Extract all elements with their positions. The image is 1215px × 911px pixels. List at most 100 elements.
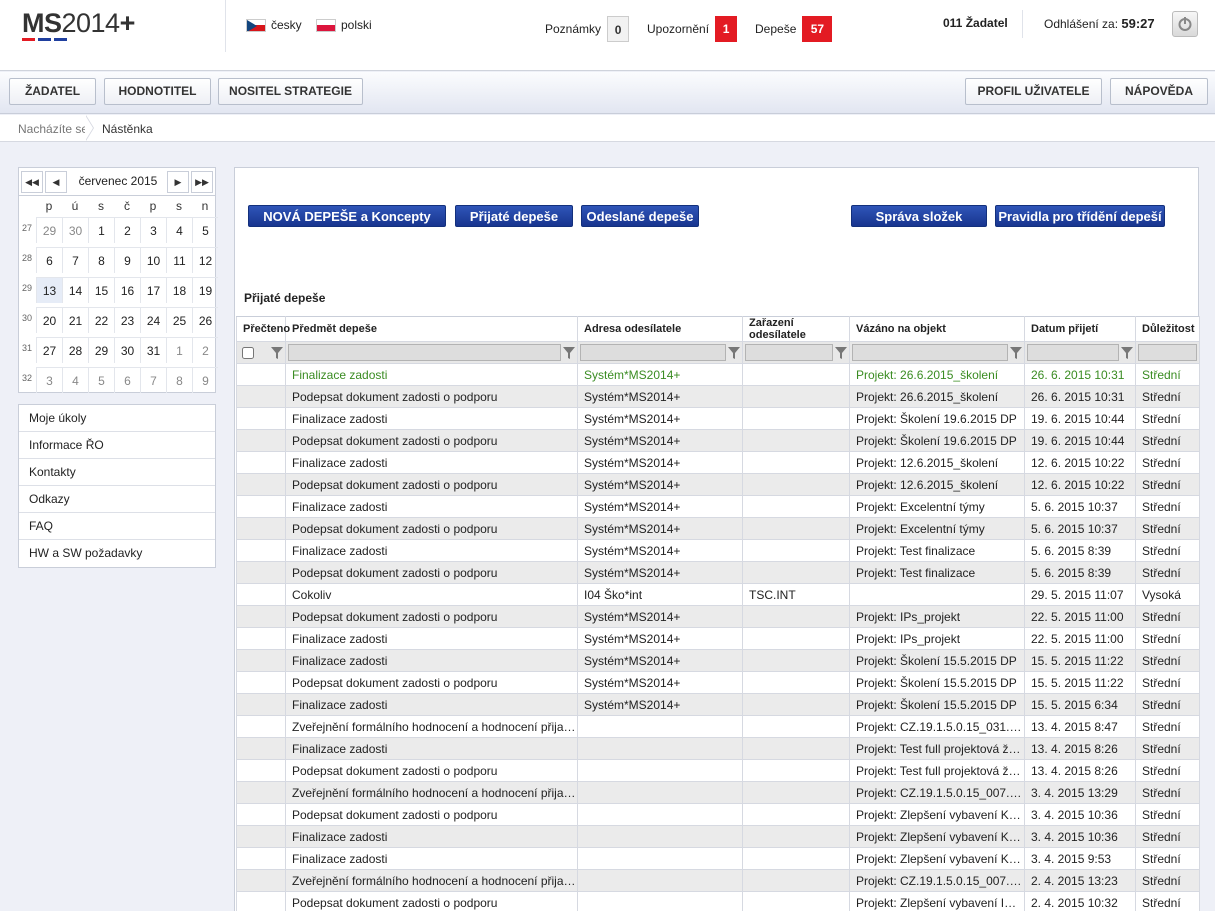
- calendar-day[interactable]: 2: [192, 337, 218, 363]
- table-row[interactable]: Podepsat dokument zadosti o podporu Systé…: [236, 517, 1200, 540]
- sent-dispatches-button[interactable]: Odeslané depeše: [581, 205, 699, 227]
- table-row[interactable]: Podepsat dokument zadosti o podporu Systé…: [236, 671, 1200, 694]
- nav-napoveda-button[interactable]: NÁPOVĚDA: [1110, 78, 1208, 105]
- power-icon[interactable]: [1172, 11, 1198, 37]
- filter-object-input[interactable]: [852, 344, 1008, 361]
- calendar-day[interactable]: 15: [88, 277, 114, 303]
- side-menu-item-faq[interactable]: FAQ: [19, 513, 215, 540]
- table-row[interactable]: Finalizace zadosti Projekt: Test full pro…: [236, 737, 1200, 760]
- calendar-day[interactable]: 21: [62, 307, 88, 333]
- received-dispatches-button[interactable]: Přijaté depeše: [455, 205, 573, 227]
- filter-icon[interactable]: [563, 346, 575, 360]
- calendar-day[interactable]: 6: [36, 247, 62, 273]
- select-all-checkbox[interactable]: [242, 346, 254, 359]
- calendar-day[interactable]: 7: [140, 367, 166, 393]
- breadcrumb-current[interactable]: Nástěnka: [102, 122, 153, 136]
- table-row[interactable]: Podepsat dokument zadosti o podporu Systé…: [236, 561, 1200, 584]
- calendar-day[interactable]: 31: [140, 337, 166, 363]
- table-row[interactable]: Cokoliv I04 Ško*int TSC.INT 29. 5. 2015 11:…: [236, 583, 1200, 606]
- side-menu-item-informace-ro[interactable]: Informace ŘO: [19, 432, 215, 459]
- calendar-day[interactable]: 8: [88, 247, 114, 273]
- filter-icon[interactable]: [1010, 346, 1022, 360]
- filter-sender-input[interactable]: [580, 344, 726, 361]
- table-row[interactable]: Finalizace zadosti Systém*MS2014+ Projekt:…: [236, 693, 1200, 716]
- filter-sender-class-input[interactable]: [745, 344, 833, 361]
- col-header-date[interactable]: Datum přijetí: [1024, 316, 1136, 342]
- calendar-day[interactable]: 8: [166, 367, 192, 393]
- col-header-read[interactable]: Přečteno: [236, 316, 290, 342]
- next-month-icon[interactable]: ▶: [167, 171, 189, 193]
- table-row[interactable]: Podepsat dokument zadosti o podporu Proje…: [236, 803, 1200, 826]
- col-header-sender[interactable]: Adresa odesílatele: [577, 316, 743, 342]
- calendar-day[interactable]: 19: [192, 277, 218, 303]
- calendar-day[interactable]: 5: [192, 217, 218, 243]
- table-row[interactable]: Finalizace zadosti Projekt: Zlepšení vyba…: [236, 825, 1200, 848]
- calendar-day[interactable]: 30: [62, 217, 88, 243]
- lang-polish[interactable]: polski: [316, 18, 372, 32]
- filter-icon[interactable]: [835, 346, 847, 360]
- filter-date-input[interactable]: [1027, 344, 1119, 361]
- nav-nositel-strategie-button[interactable]: NOSITEL STRATEGIE: [218, 78, 363, 105]
- new-dispatch-button[interactable]: NOVÁ DEPEŠE a Koncepty: [248, 205, 446, 227]
- table-row[interactable]: Podepsat dokument zadosti o podporu Proje…: [236, 891, 1200, 911]
- table-row[interactable]: Zveřejnění formálního hodnocení a hodnoc…: [236, 869, 1200, 892]
- calendar-day[interactable]: 4: [166, 217, 192, 243]
- calendar-day[interactable]: 24: [140, 307, 166, 333]
- table-row[interactable]: Podepsat dokument zadosti o podporu Proje…: [236, 759, 1200, 782]
- calendar-day[interactable]: 14: [62, 277, 88, 303]
- col-header-object[interactable]: Vázáno na objekt: [849, 316, 1025, 342]
- calendar-title[interactable]: červenec 2015: [75, 174, 161, 188]
- prev-year-icon[interactable]: ◀◀: [21, 171, 43, 193]
- side-menu-item-kontakty[interactable]: Kontakty: [19, 459, 215, 486]
- table-row[interactable]: Finalizace zadosti Systém*MS2014+ Projekt:…: [236, 649, 1200, 672]
- notes-indicator[interactable]: Poznámky 0: [545, 16, 630, 42]
- calendar-day[interactable]: 6: [114, 367, 140, 393]
- nav-zadatel-button[interactable]: ŽADATEL: [9, 78, 96, 105]
- table-row[interactable]: Finalizace zadosti Projekt: Zlepšení vyba…: [236, 847, 1200, 870]
- side-menu-item-moje-ukoly[interactable]: Moje úkoly: [19, 405, 215, 432]
- table-row[interactable]: Podepsat dokument zadosti o podporu Systé…: [236, 473, 1200, 496]
- calendar-day[interactable]: 11: [166, 247, 192, 273]
- table-row[interactable]: Finalizace zadosti Systém*MS2014+ Projekt:…: [236, 407, 1200, 430]
- calendar-day[interactable]: 23: [114, 307, 140, 333]
- calendar-day[interactable]: 29: [88, 337, 114, 363]
- table-row[interactable]: Zveřejnění formálního hodnocení a hodnoc…: [236, 781, 1200, 804]
- nav-profil-button[interactable]: PROFIL UŽIVATELE: [965, 78, 1102, 105]
- side-menu-item-odkazy[interactable]: Odkazy: [19, 486, 215, 513]
- warnings-indicator[interactable]: Upozornění 1: [647, 16, 738, 42]
- side-menu-item-hw-sw[interactable]: HW a SW požadavky: [19, 540, 215, 567]
- manage-folders-button[interactable]: Správa složek: [851, 205, 987, 227]
- filter-icon[interactable]: [728, 346, 740, 360]
- filter-importance-input[interactable]: [1138, 344, 1197, 361]
- filter-subject-input[interactable]: [288, 344, 561, 361]
- calendar-day[interactable]: 26: [192, 307, 218, 333]
- calendar-day[interactable]: 3: [140, 217, 166, 243]
- col-header-subject[interactable]: Předmět depeše: [285, 316, 578, 342]
- nav-hodnotitel-button[interactable]: HODNOTITEL: [104, 78, 211, 105]
- calendar-day[interactable]: 12: [192, 247, 218, 273]
- table-row[interactable]: Podepsat dokument zadosti o podporu Systé…: [236, 605, 1200, 628]
- calendar-day[interactable]: 22: [88, 307, 114, 333]
- calendar-day[interactable]: 7: [62, 247, 88, 273]
- table-row[interactable]: Finalizace zadosti Systém*MS2014+ Projekt:…: [236, 539, 1200, 562]
- calendar-day[interactable]: 18: [166, 277, 192, 303]
- calendar-day[interactable]: 1: [88, 217, 114, 243]
- calendar-day[interactable]: 9: [114, 247, 140, 273]
- calendar-day[interactable]: 20: [36, 307, 62, 333]
- ms2014-logo[interactable]: MS2014+: [22, 8, 135, 39]
- table-row[interactable]: Podepsat dokument zadosti o podporu Systé…: [236, 429, 1200, 452]
- calendar-day[interactable]: 4: [62, 367, 88, 393]
- calendar-day[interactable]: 2: [114, 217, 140, 243]
- calendar-day[interactable]: 16: [114, 277, 140, 303]
- calendar-day[interactable]: 3: [36, 367, 62, 393]
- table-row[interactable]: Finalizace zadosti Systém*MS2014+ Projekt:…: [236, 495, 1200, 518]
- calendar-day[interactable]: 5: [88, 367, 114, 393]
- calendar-day[interactable]: 27: [36, 337, 62, 363]
- calendar-day[interactable]: 13: [36, 277, 62, 303]
- calendar-day[interactable]: 9: [192, 367, 218, 393]
- calendar-day[interactable]: 25: [166, 307, 192, 333]
- calendar-day[interactable]: 17: [140, 277, 166, 303]
- col-header-sender-class[interactable]: Zařazení odesílatele: [742, 316, 850, 342]
- calendar-day[interactable]: 30: [114, 337, 140, 363]
- filter-icon[interactable]: [1121, 346, 1133, 360]
